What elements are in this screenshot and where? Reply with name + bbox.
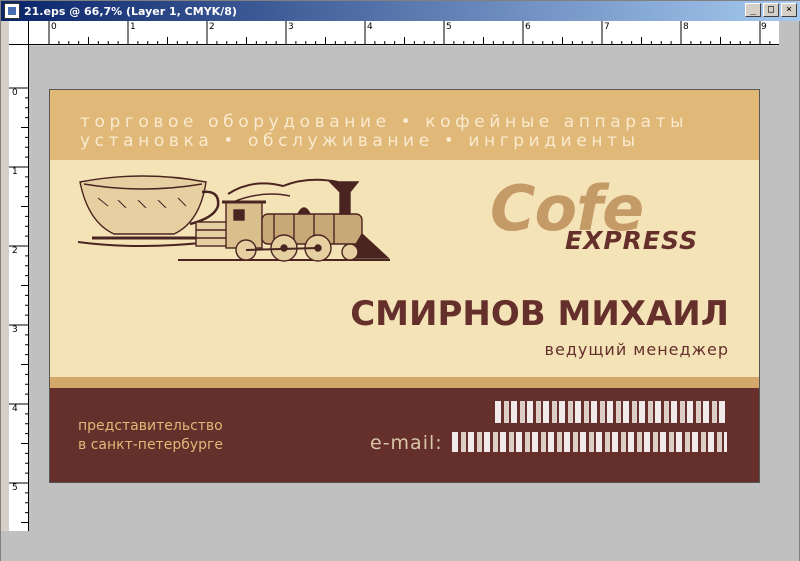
bottom-pasteboard xyxy=(1,531,781,561)
email-label: e-mail: xyxy=(370,432,443,454)
ruler-label: 3 xyxy=(288,22,294,32)
office-line-2: в санкт-петербурге xyxy=(78,437,223,453)
maximize-button[interactable]: □ xyxy=(763,3,779,17)
ruler-label: 1 xyxy=(130,22,136,32)
horizontal-ruler[interactable]: 0 1 2 3 4 5 6 7 8 9 xyxy=(29,21,779,45)
close-button[interactable]: × xyxy=(781,3,797,17)
ruler-origin[interactable] xyxy=(9,21,29,45)
ruler-label: 0 xyxy=(12,88,18,98)
business-card[interactable]: торговое оборудование • кофейные аппарат… xyxy=(49,89,760,483)
window-title: 21.eps @ 66,7% (Layer 1, CMYK/8) xyxy=(24,4,237,18)
ruler-label: 5 xyxy=(446,22,452,32)
ruler-label: 0 xyxy=(51,22,57,32)
canvas-area[interactable]: торговое оборудование • кофейные аппарат… xyxy=(29,46,779,531)
ruler-label: 4 xyxy=(367,22,373,32)
ruler-label: 2 xyxy=(209,22,215,32)
ruler-label: 5 xyxy=(12,483,18,493)
ruler-label: 2 xyxy=(12,246,18,256)
ruler-label: 8 xyxy=(683,22,689,32)
window-controls: _ □ × xyxy=(745,3,797,17)
ruler-label: 6 xyxy=(525,22,531,32)
horizontal-ruler-ticks xyxy=(48,21,771,44)
tagline-line-2: установка • обслуживание • ингридиенты xyxy=(80,131,640,151)
ruler-label: 1 xyxy=(12,167,18,177)
ruler-label: 4 xyxy=(12,404,18,414)
vertical-ruler-ticks xyxy=(9,87,28,523)
cup-and-locomotive-illustration xyxy=(78,175,390,262)
office-line-1: представительство xyxy=(78,418,223,434)
logo-express: EXPRESS xyxy=(565,226,699,255)
title-bar[interactable]: 21.eps @ 66,7% (Layer 1, CMYK/8) _ □ × xyxy=(1,1,800,21)
minimize-button[interactable]: _ xyxy=(745,3,761,17)
ruler-label: 7 xyxy=(604,22,610,32)
person-name: СМИРНОВ МИХАИЛ xyxy=(350,294,729,334)
document-window: 21.eps @ 66,7% (Layer 1, CMYK/8) _ □ × 0… xyxy=(0,0,800,561)
redacted-email xyxy=(452,432,727,452)
divider-stripe xyxy=(50,377,759,388)
document-icon xyxy=(4,3,20,19)
ruler-label: 3 xyxy=(12,325,18,335)
vertical-ruler[interactable]: 0 1 2 3 4 5 xyxy=(9,45,29,531)
ruler-label: 9 xyxy=(761,22,767,32)
tagline-line-1: торговое оборудование • кофейные аппарат… xyxy=(80,112,689,132)
redacted-phone xyxy=(495,401,727,423)
person-position: ведущий менеджер xyxy=(544,340,729,359)
vertical-scrollbar-area[interactable] xyxy=(779,21,799,561)
